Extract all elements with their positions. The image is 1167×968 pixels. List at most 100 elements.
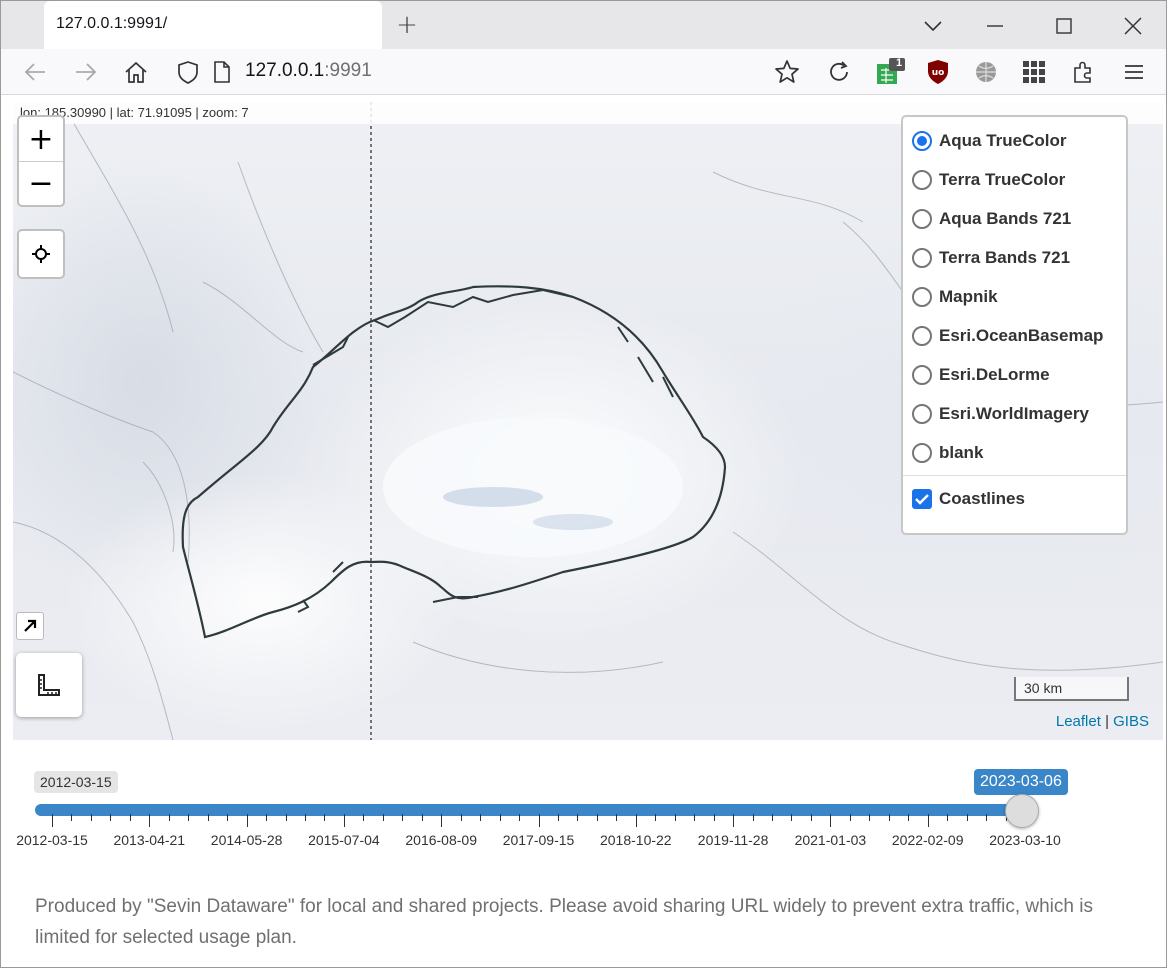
minimize-button[interactable] [978,9,1012,43]
slider-tick [733,814,735,827]
slider-minor-tick [519,814,521,821]
layer-radio[interactable] [912,325,932,346]
layer-radio[interactable] [912,130,932,151]
home-button[interactable] [120,56,152,88]
forward-button[interactable] [70,56,102,88]
slider-tick-label: 2019-11-28 [697,832,769,848]
layer-label: Aqua TrueColor [939,130,1067,150]
layer-label: Esri.DeLorme [939,364,1050,384]
slider-tick [52,814,53,827]
page-content: lon: 185.30990 | lat: 71.91095 | zoom: 7… [1,96,1166,967]
ublock-shield-icon: uo [928,60,948,84]
extensions-button[interactable] [1067,56,1099,88]
globe-icon [976,62,996,82]
base-layer-option[interactable]: Terra Bands 721 [903,238,1126,277]
slider-tick-label: 2017-09-15 [502,832,575,848]
zoom-in-button[interactable]: + [19,117,63,161]
base-layer-option[interactable]: Aqua Bands 721 [903,199,1126,238]
reload-icon [830,61,848,81]
checkmark-icon [915,493,929,505]
crosshair-icon [32,245,50,263]
slider-minor-tick [324,814,326,821]
slider-tick-label: 2015-07-04 [308,832,380,848]
layer-label: blank [939,442,984,462]
slider-tick [538,814,540,827]
base-layer-option[interactable]: Esri.WorldImagery [903,394,1126,433]
date-slider[interactable]: 2012-03-15 2023-03-06 2012-03-15 2013-04-… [1,756,1166,876]
layer-radio[interactable] [912,403,932,424]
arrow-right-icon [76,63,97,81]
layer-label: Aqua Bands 721 [939,208,1072,228]
globe-extension-button[interactable] [970,56,1002,88]
gibs-link[interactable]: GIBS [1113,713,1149,730]
base-layer-option[interactable]: blank [903,433,1126,472]
slider-minor-tick [616,814,618,821]
layer-radio[interactable] [912,169,932,190]
maximize-button[interactable] [1047,9,1081,43]
grid-icon [1023,61,1045,83]
base-layer-option[interactable]: Aqua TrueColor [903,121,1126,160]
back-button[interactable] [19,56,51,88]
layer-radio[interactable] [912,286,932,307]
slider-minor-tick [90,814,92,821]
slider-minor-tick [168,814,170,821]
base-layer-option[interactable]: Mapnik [903,277,1126,316]
slider-minor-tick [421,814,423,821]
nav-bar: 127.0.0.1:9991 1 uo [1,49,1166,95]
url-host: 127.0.0.1 [245,60,325,81]
slider-minor-tick [596,814,598,821]
chevron-down-icon [924,21,942,32]
slider-min-label: 2012-03-15 [34,771,118,793]
ublock-button[interactable]: uo [922,56,954,88]
slider-minor-tick [791,814,793,821]
tab-title: 127.0.0.1:9991/ [56,15,168,32]
layer-radio[interactable] [912,247,932,268]
layer-radio[interactable] [912,208,932,229]
layer-divider [903,475,1126,476]
tracking-protection-button[interactable] [172,56,204,88]
layer-radio[interactable] [912,442,932,463]
locate-button[interactable] [17,229,65,279]
measure-button[interactable] [16,653,82,717]
browser-tab[interactable]: 127.0.0.1:9991/ [44,1,382,49]
ruler-icon [38,674,60,696]
close-button[interactable] [1116,9,1150,43]
slider-tick-label: 2013-04-21 [113,832,186,848]
base-layer-option[interactable]: Terra TrueColor [903,160,1126,199]
slider-tick-label: 2014-05-28 [210,832,283,848]
browser-window: 127.0.0.1:9991/ + 127.0.0.1:9991 1 uo lo… [0,0,1167,968]
page-info-button[interactable] [206,56,238,88]
menu-button[interactable] [1118,56,1150,88]
leaflet-link[interactable]: Leaflet [1056,713,1101,730]
slider-minor-tick [110,814,112,821]
overlay-coastlines[interactable]: Coastlines [903,479,1126,518]
new-tab-button[interactable]: + [393,9,421,41]
footer-note: Produced by "Sevin Dataware" for local a… [35,896,1093,948]
extension-sheets-button[interactable]: 1 [874,56,906,88]
coastlines-checkbox[interactable] [912,488,932,509]
slider-minor-tick [966,814,968,821]
slider-handle[interactable] [1005,794,1039,828]
layer-switcher: Aqua TrueColor Terra TrueColor Aqua Bands … [901,115,1128,535]
maximize-icon [1056,18,1072,34]
slider-minor-tick [266,814,268,821]
reload-button[interactable] [823,56,855,88]
slider-minor-tick [810,814,812,821]
base-layer-list: Aqua TrueColor Terra TrueColor Aqua Bands … [903,121,1126,472]
base-layer-option[interactable]: Esri.OceanBasemap [903,316,1126,355]
bookmark-button[interactable] [771,56,803,88]
attribution-separator: | [1100,713,1114,730]
slider-minor-tick [772,814,774,821]
slider-minor-tick [227,814,229,821]
apps-grid-button[interactable] [1018,56,1050,88]
fullscreen-button[interactable] [16,612,44,640]
slider-tick-label: 2012-03-15 [16,832,88,848]
svg-text:uo: uo [932,68,945,78]
base-layer-option[interactable]: Esri.DeLorme [903,355,1126,394]
slider-tick [927,814,929,827]
list-tabs-button[interactable] [916,9,950,43]
zoom-out-button[interactable]: − [19,161,63,205]
layer-radio[interactable] [912,364,932,385]
slider-minor-tick [188,814,190,821]
url-bar[interactable]: 127.0.0.1:9991 [245,60,372,82]
